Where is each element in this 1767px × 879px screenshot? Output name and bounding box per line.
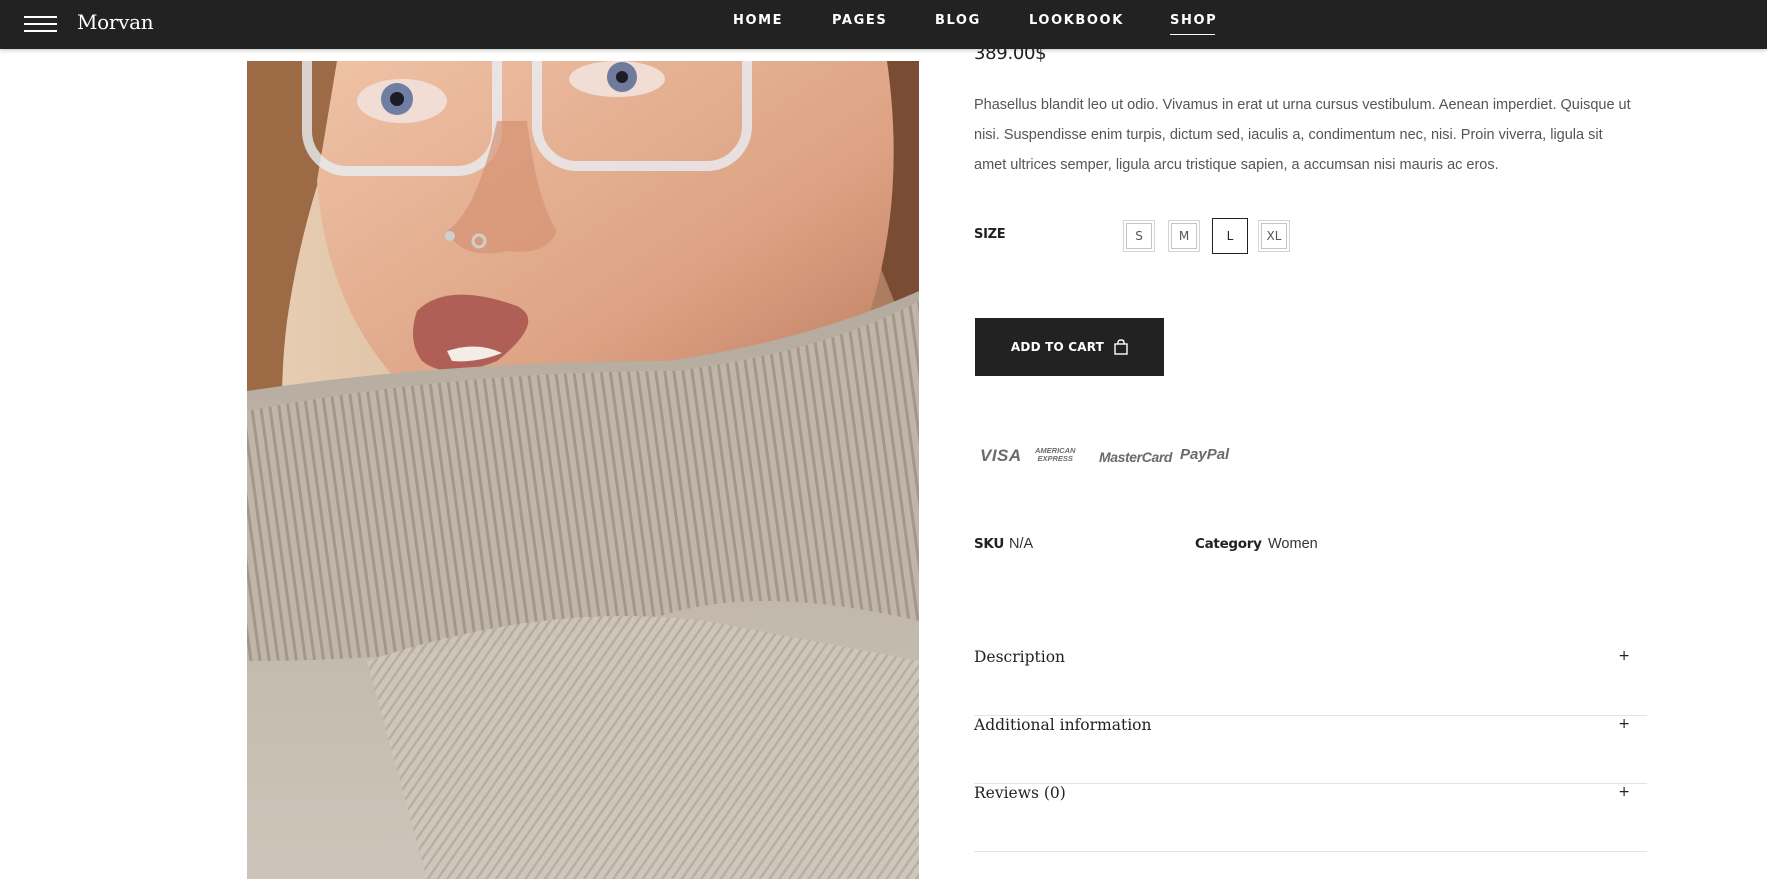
nav-item-pages[interactable]: PAGES xyxy=(832,13,887,28)
nav-item-lookbook[interactable]: LOOKBOOK xyxy=(1029,13,1124,28)
size-option-label: S xyxy=(1126,223,1152,249)
product-photo[interactable] xyxy=(247,61,919,879)
nav-item-blog[interactable]: BLOG xyxy=(935,13,981,28)
add-to-cart-button[interactable]: ADD TO CART xyxy=(975,318,1164,376)
accordion-title: Additional information xyxy=(974,716,1152,734)
top-navigation-bar: Morvan HOME PAGES BLOG LOOKBOOK SHOP xyxy=(0,0,1767,49)
expand-plus-icon: + xyxy=(1618,648,1630,664)
size-label: SIZE xyxy=(974,227,1006,242)
nav-item-home[interactable]: HOME xyxy=(733,13,783,28)
amex-logo: AMERICAN EXPRESS xyxy=(1035,447,1075,463)
size-option-m[interactable]: M xyxy=(1168,220,1200,252)
accordion-reviews[interactable]: Reviews (0) + xyxy=(974,784,1647,852)
paypal-logo: PayPal xyxy=(1180,446,1230,463)
accordion-description[interactable]: Description + xyxy=(974,648,1647,716)
expand-plus-icon: + xyxy=(1618,716,1630,732)
amex-line-2: EXPRESS xyxy=(1037,454,1073,463)
category-label: Category xyxy=(1195,536,1262,552)
category-value: Women xyxy=(1268,536,1318,552)
size-option-label: M xyxy=(1171,223,1197,249)
size-option-label: XL xyxy=(1261,223,1287,249)
size-option-s[interactable]: S xyxy=(1123,220,1155,252)
category-link-women[interactable]: Women xyxy=(1268,536,1318,552)
sku-label: SKU xyxy=(974,536,1005,552)
size-option-xl[interactable]: XL xyxy=(1258,220,1290,252)
size-option-l[interactable]: L xyxy=(1212,218,1248,254)
shopping-bag-icon xyxy=(1114,339,1128,355)
size-option-label: L xyxy=(1226,229,1234,243)
main-nav: HOME PAGES BLOG LOOKBOOK SHOP xyxy=(0,13,1767,37)
sku-value: N/A xyxy=(1009,536,1034,552)
product-short-description: Phasellus blandit leo ut odio. Vivamus i… xyxy=(974,97,1631,173)
add-to-cart-label: ADD TO CART xyxy=(1010,340,1105,354)
visa-logo: VISA xyxy=(980,446,1022,465)
accordion-title: Description xyxy=(974,648,1066,666)
accordion-title: Reviews (0) xyxy=(974,784,1066,802)
accordion-additional-information[interactable]: Additional information + xyxy=(974,716,1647,784)
mastercard-logo: MasterCard xyxy=(1099,449,1173,465)
expand-plus-icon: + xyxy=(1618,784,1630,800)
nav-item-shop[interactable]: SHOP xyxy=(1170,13,1217,35)
